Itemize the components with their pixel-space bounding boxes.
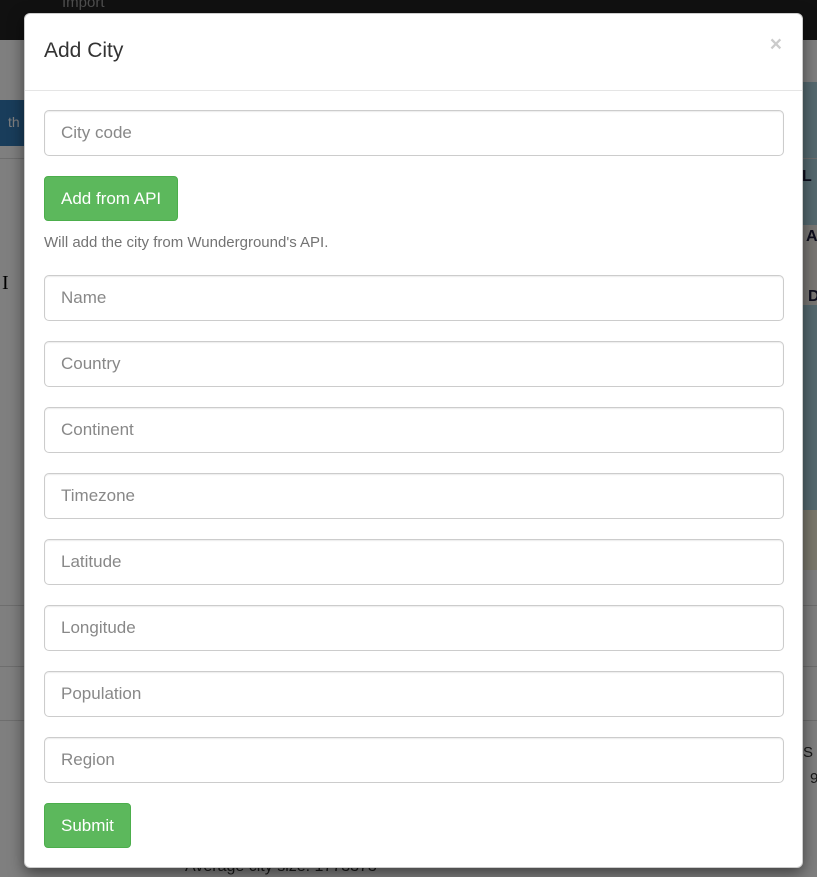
latitude-input[interactable]	[44, 539, 784, 585]
modal-header: Add City ×	[25, 14, 802, 91]
longitude-input[interactable]	[44, 605, 784, 651]
region-input[interactable]	[44, 737, 784, 783]
city-fields	[44, 275, 784, 783]
population-input[interactable]	[44, 671, 784, 717]
modal-title: Add City	[44, 39, 124, 62]
country-input[interactable]	[44, 341, 784, 387]
add-city-modal: Add City × Add from API Will add the cit…	[24, 13, 803, 868]
close-icon[interactable]: ×	[770, 34, 782, 55]
city-code-input[interactable]	[44, 110, 784, 156]
continent-input[interactable]	[44, 407, 784, 453]
add-from-api-button[interactable]: Add from API	[44, 176, 179, 221]
submit-button[interactable]: Submit	[44, 803, 131, 848]
api-help-text: Will add the city from Wunderground's AP…	[44, 234, 329, 251]
timezone-input[interactable]	[44, 473, 784, 519]
name-input[interactable]	[44, 275, 784, 321]
modal-body: Add from API Will add the city from Wund…	[25, 91, 802, 848]
